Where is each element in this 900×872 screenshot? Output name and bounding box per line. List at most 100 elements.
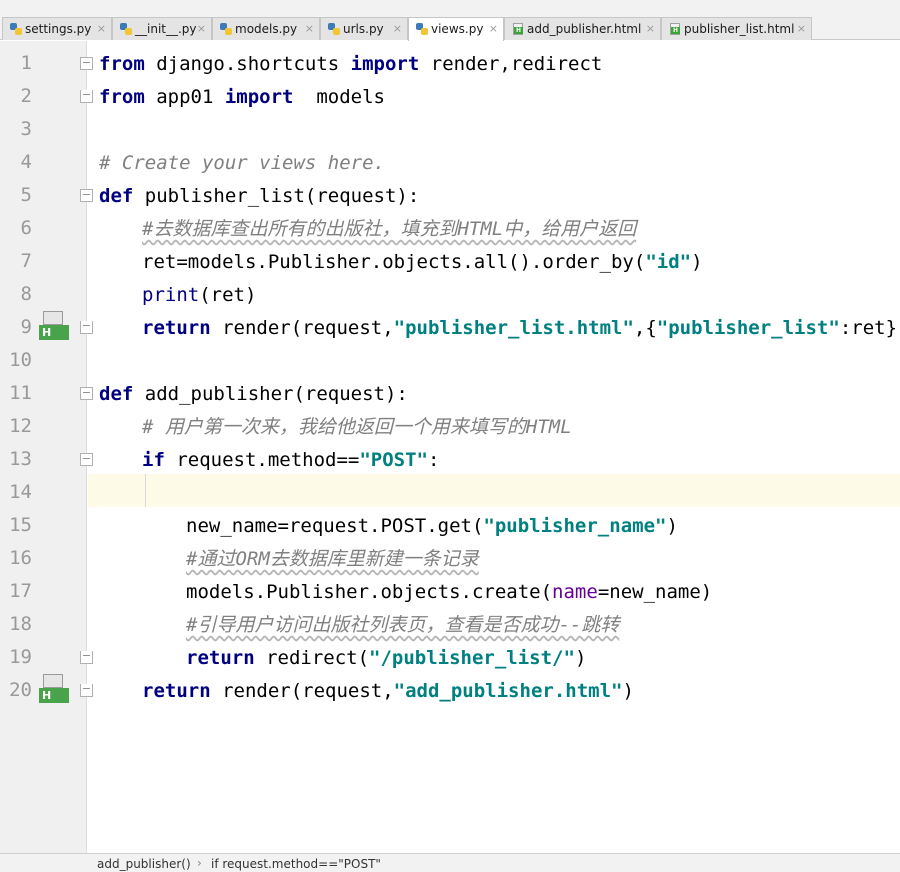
- code-line-18[interactable]: #引导用户访问出版社列表页，查看是否成功--跳转: [186, 613, 619, 637]
- tab-label: models.py: [235, 22, 298, 36]
- python-file-icon: [328, 23, 340, 35]
- line-number: 18: [9, 613, 32, 635]
- code-line-11[interactable]: def add_publisher(request):: [99, 382, 408, 406]
- code-line-17[interactable]: models.Publisher.objects.create(name=new…: [186, 580, 712, 604]
- code-text: request.method==: [164, 449, 360, 471]
- line-number: 19: [9, 646, 32, 668]
- code-line-9[interactable]: return render(request,"publisher_list.ht…: [142, 316, 900, 340]
- keyword: import: [224, 86, 294, 108]
- string-literal: "id": [645, 251, 692, 273]
- code-line-5[interactable]: def publisher_list(request):: [99, 184, 419, 208]
- document-icon: [43, 311, 63, 325]
- line-number: 12: [9, 415, 32, 437]
- code-text: =new_name): [597, 581, 713, 603]
- code-text: (ret): [199, 284, 257, 306]
- code-line-2[interactable]: from app01 import models: [99, 85, 385, 109]
- code-line-1[interactable]: from django.shortcuts import render,redi…: [99, 52, 602, 76]
- line-number: 3: [20, 118, 32, 140]
- indent-guide: [145, 474, 146, 507]
- keyword: def: [99, 383, 134, 405]
- code-text: models: [293, 86, 385, 108]
- keyword: from: [99, 86, 145, 108]
- breadcrumb-item-function[interactable]: add_publisher(): [97, 857, 191, 871]
- keyword: import: [350, 53, 420, 75]
- tab-label: settings.py: [25, 22, 92, 36]
- editor-tab-bar: settings.py × __init__.py × models.py × …: [0, 0, 900, 41]
- code-text: new_name=request.POST.get(: [186, 515, 484, 537]
- close-icon[interactable]: ×: [646, 18, 655, 40]
- code-text: :ret}): [839, 317, 900, 339]
- breadcrumb-item-if[interactable]: if request.method=="POST": [211, 857, 381, 871]
- python-file-icon: [416, 23, 428, 35]
- tab-views-py[interactable]: views.py ×: [408, 17, 504, 41]
- string-literal: "publisher_list.html": [393, 317, 634, 339]
- code-line-7[interactable]: ret=models.Publisher.objects.all().order…: [142, 250, 703, 274]
- close-icon[interactable]: ×: [197, 18, 206, 40]
- code-text: add_publisher(request):: [133, 383, 408, 405]
- line-number: 8: [20, 283, 32, 305]
- code-line-4[interactable]: # Create your views here.: [99, 151, 385, 175]
- tab-add-publisher-html[interactable]: H add_publisher.html ×: [504, 17, 661, 40]
- string-literal: "POST": [359, 449, 428, 471]
- html-file-icon: H: [512, 23, 524, 35]
- code-line-13[interactable]: if request.method=="POST":: [142, 448, 439, 472]
- string-literal: "add_publisher.html": [393, 680, 623, 702]
- python-file-icon: [220, 23, 232, 35]
- chevron-right-icon: ›: [197, 856, 202, 870]
- code-text: render,redirect: [419, 53, 603, 75]
- tab-label: __init__.py: [135, 22, 197, 36]
- tab-label: publisher_list.html: [684, 22, 795, 36]
- html-file-icon: H: [669, 23, 681, 35]
- code-line-20[interactable]: return render(request,"add_publisher.htm…: [142, 679, 634, 703]
- html-template-gutter-icon[interactable]: H: [39, 674, 69, 704]
- tab-label: views.py: [431, 22, 484, 36]
- code-text: app01: [144, 86, 225, 108]
- code-text: render(request,: [210, 317, 394, 339]
- close-icon[interactable]: ×: [797, 18, 806, 40]
- code-text: ): [691, 251, 703, 273]
- line-number: 10: [9, 349, 32, 371]
- line-number: 17: [9, 580, 32, 602]
- keyword: return: [142, 317, 211, 339]
- line-number: 16: [9, 547, 32, 569]
- close-icon[interactable]: ×: [393, 18, 402, 40]
- code-line-19[interactable]: return redirect("/publisher_list/"): [186, 646, 586, 670]
- code-line-12[interactable]: # 用户第一次来，我给他返回一个用来填写的HTML: [142, 415, 572, 439]
- code-text: ): [622, 680, 634, 702]
- code-text: :: [428, 449, 440, 471]
- keyword: return: [186, 647, 255, 669]
- close-icon[interactable]: ×: [97, 18, 106, 40]
- line-number: 15: [9, 514, 32, 536]
- current-line-highlight: [88, 474, 900, 507]
- line-number: 20: [9, 679, 32, 701]
- code-text: django.shortcuts: [144, 53, 351, 75]
- html-template-gutter-icon[interactable]: H: [39, 311, 69, 341]
- code-line-15[interactable]: new_name=request.POST.get("publisher_nam…: [186, 514, 678, 538]
- line-number: 9: [20, 316, 32, 338]
- tab-settings-py[interactable]: settings.py ×: [2, 17, 112, 40]
- tab-urls-py[interactable]: urls.py ×: [320, 17, 408, 40]
- tab-publisher-list-html[interactable]: H publisher_list.html ×: [661, 17, 812, 40]
- python-file-icon: [10, 23, 22, 35]
- line-number: 5: [20, 184, 32, 206]
- line-number: 6: [20, 217, 32, 239]
- keyword-argument: name: [552, 581, 598, 603]
- line-number: 13: [9, 448, 32, 470]
- code-line-6[interactable]: #去数据库查出所有的出版社，填充到HTML中，给用户返回: [142, 217, 636, 241]
- tab-init-py[interactable]: __init__.py ×: [112, 17, 212, 40]
- close-icon[interactable]: ×: [489, 18, 498, 40]
- close-icon[interactable]: ×: [305, 18, 314, 40]
- line-number: 4: [20, 151, 32, 173]
- code-text: ): [574, 647, 587, 669]
- python-file-icon: [120, 23, 132, 35]
- builtin: print: [142, 284, 200, 306]
- tab-models-py[interactable]: models.py ×: [212, 17, 320, 40]
- line-number: 7: [20, 250, 32, 272]
- breadcrumb-bar: add_publisher() › if request.method=="PO…: [0, 853, 900, 872]
- code-line-8[interactable]: print(ret): [142, 283, 256, 307]
- keyword: return: [142, 680, 211, 702]
- code-line-16[interactable]: #通过ORM去数据库里新建一条记录: [186, 547, 479, 571]
- code-text: publisher_list(request):: [133, 185, 420, 207]
- code-text: ret=models.Publisher.objects.all().order…: [142, 251, 646, 273]
- code-text: ): [666, 515, 678, 537]
